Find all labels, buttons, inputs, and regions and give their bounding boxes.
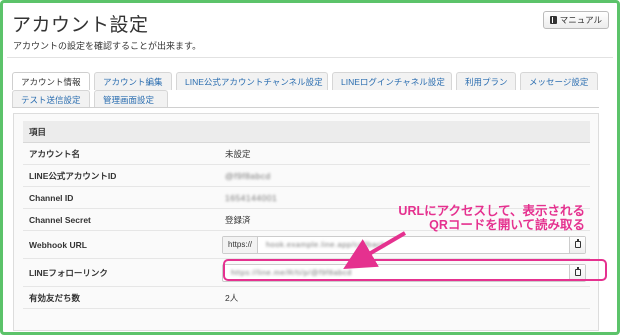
- page-title: アカウント設定: [12, 15, 149, 36]
- table-header: 項目: [23, 121, 590, 143]
- row-value: 未設定: [225, 148, 251, 159]
- row-label: 有効友だち数: [29, 292, 81, 303]
- tab-plan[interactable]: 利用プラン: [456, 72, 516, 90]
- tab-admin-settings[interactable]: 管理画面設定: [94, 90, 168, 108]
- row-value: 2人: [225, 292, 239, 303]
- table-row: LINE公式アカウントID @f9f8abcd: [23, 165, 590, 187]
- tab-line-login-channel[interactable]: LINEログインチャネル設定: [332, 72, 452, 90]
- webhook-url-field[interactable]: https:// hook.example.line.app/callback: [222, 235, 586, 254]
- row-label: Channel ID: [29, 192, 74, 203]
- highlight-box: [223, 259, 607, 281]
- clipboard-icon: [574, 239, 581, 248]
- tab-label: 利用プラン: [465, 76, 508, 87]
- row-value-blurred: @f9f8abcd: [225, 170, 271, 181]
- row-value: 登録済: [225, 214, 251, 225]
- row-label: Webhook URL: [29, 239, 87, 250]
- tab-label: LINEログインチャネル設定: [341, 76, 445, 87]
- table-row: Webhook URL https:// hook.example.line.a…: [23, 231, 590, 259]
- header-label: 項目: [29, 126, 47, 137]
- row-label: LINE公式アカウントID: [29, 170, 117, 181]
- tab-test-send[interactable]: テスト送信設定: [12, 90, 90, 108]
- row-label: Channel Secret: [29, 214, 91, 225]
- table-row: アカウント名 未設定: [23, 143, 590, 165]
- tab-label: アカウント編集: [103, 76, 163, 87]
- annotation-line-2: QRコードを開いて読み取る: [429, 218, 585, 232]
- tab-label: LINE公式アカウントチャンネル設定: [185, 76, 323, 87]
- divider: [7, 57, 613, 58]
- tab-label: 管理画面設定: [103, 94, 155, 105]
- tab-label: アカウント情報: [21, 76, 81, 87]
- row-label: LINEフォローリンク: [29, 267, 108, 278]
- tabs-underline: [12, 107, 599, 108]
- tab-label: テスト送信設定: [21, 94, 81, 105]
- annotation-line-1: URLにアクセスして、表示される: [398, 204, 585, 218]
- app-frame: アカウント設定 アカウントの設定を確認することが出来ます。 マニュアル アカウン…: [0, 0, 620, 335]
- annotation-text: URLにアクセスして、表示される QRコードを開いて読み取る: [375, 204, 585, 232]
- tab-message-settings[interactable]: メッセージ設定: [520, 72, 598, 90]
- book-icon: [549, 16, 557, 24]
- tab-account-edit[interactable]: アカウント編集: [94, 72, 172, 90]
- manual-button-label: マニュアル: [559, 15, 602, 25]
- row-label: アカウント名: [29, 148, 81, 159]
- table-row: 有効友だち数 2人: [23, 287, 590, 309]
- url-prefix: https://: [223, 236, 259, 253]
- tab-line-official-channel[interactable]: LINE公式アカウントチャンネル設定: [176, 72, 328, 90]
- webhook-url-value[interactable]: hook.example.line.app/callback: [258, 237, 569, 253]
- tab-account-info[interactable]: アカウント情報: [12, 72, 90, 90]
- page-subtitle: アカウントの設定を確認することが出来ます。: [13, 41, 202, 51]
- row-value-blurred: 1654144001: [225, 192, 278, 203]
- manual-button[interactable]: マニュアル: [542, 11, 609, 29]
- copy-webhook-button[interactable]: [569, 236, 585, 253]
- tab-label: メッセージ設定: [529, 76, 589, 87]
